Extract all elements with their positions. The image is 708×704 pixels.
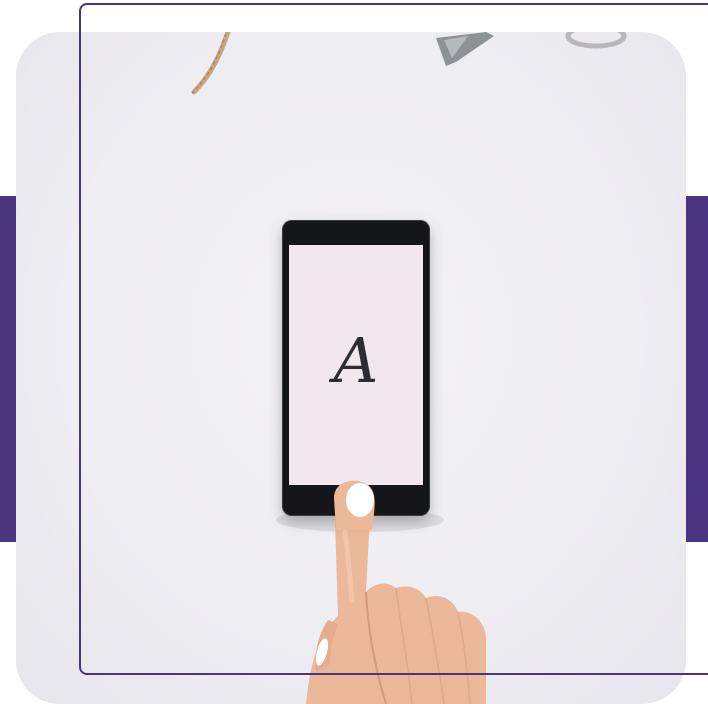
image-stage: A: [0, 0, 708, 704]
fingernail: [346, 483, 374, 517]
fingertip-overlay: [334, 480, 375, 530]
